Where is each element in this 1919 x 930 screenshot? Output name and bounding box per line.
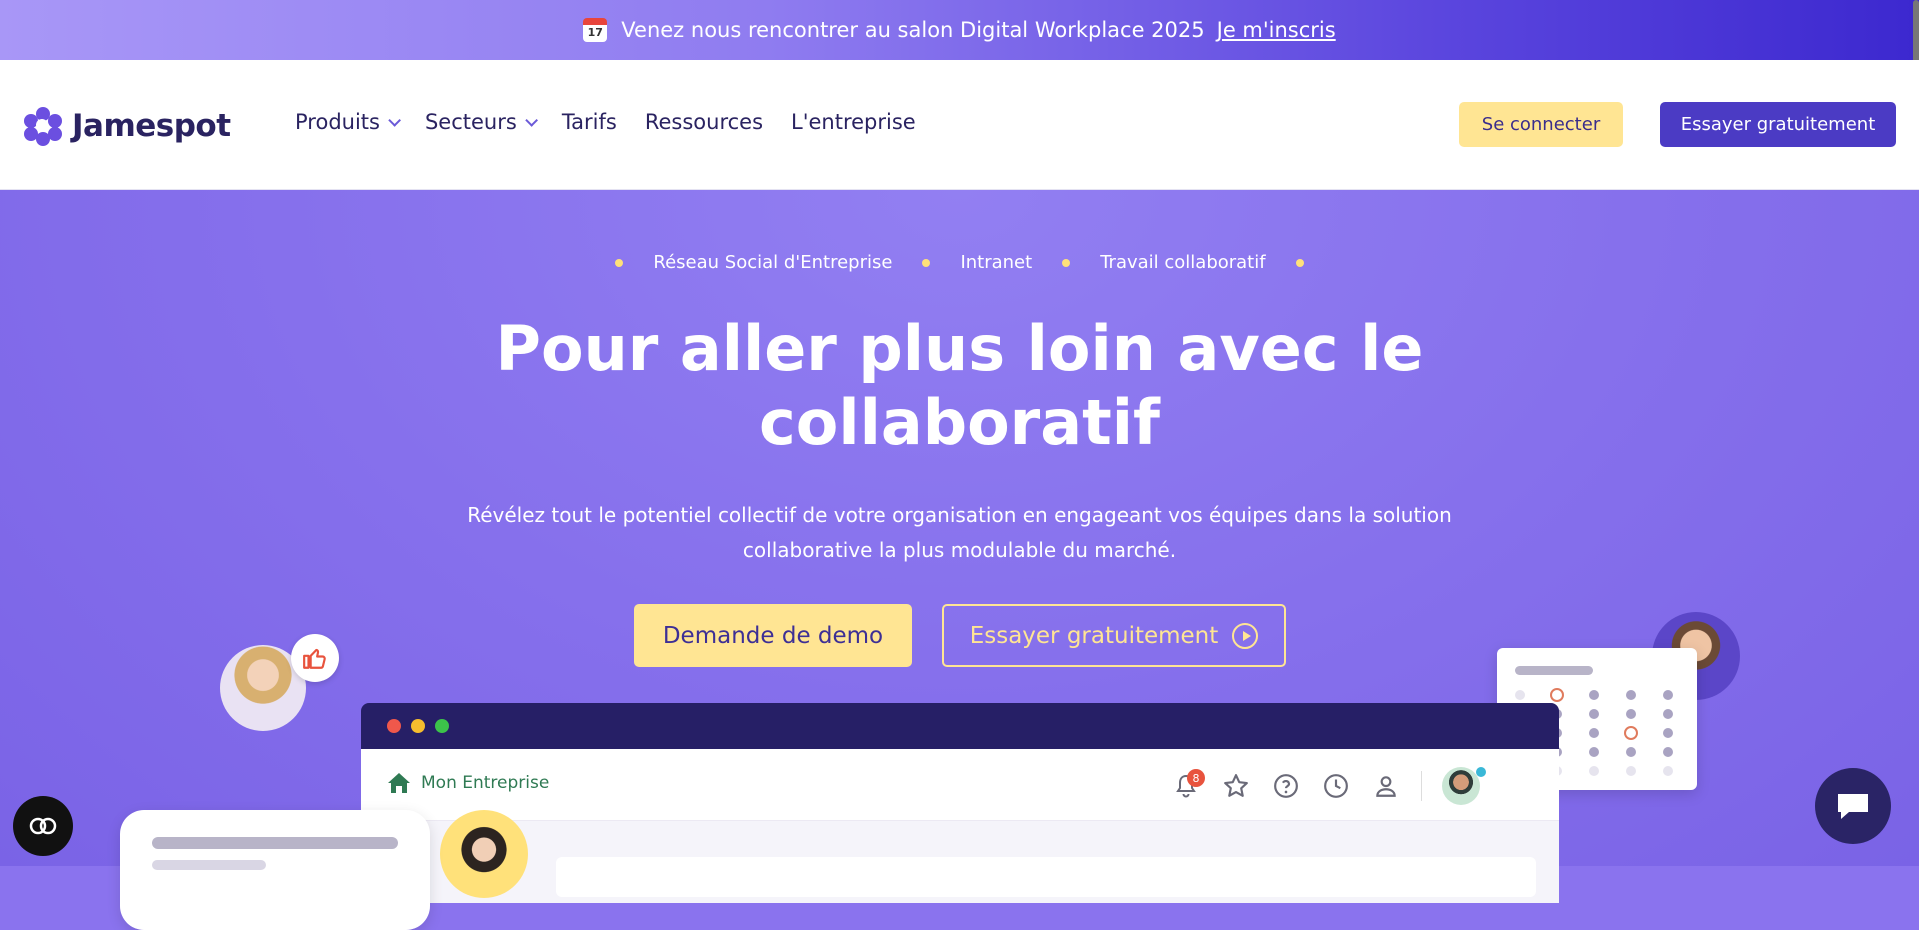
announcement-register-link[interactable]: Je m'inscris <box>1217 18 1336 42</box>
hero-tags: Réseau Social d'Entreprise Intranet Trav… <box>0 252 1919 273</box>
calendar-dot <box>1626 690 1636 700</box>
app-window-titlebar <box>361 703 1559 749</box>
calendar-dot <box>1515 690 1525 700</box>
calendar-dot <box>1663 728 1673 738</box>
avatar <box>440 810 528 898</box>
calendar-dot <box>1589 690 1599 700</box>
placeholder-bar <box>152 860 266 870</box>
nav-item-produits[interactable]: Produits <box>295 110 401 134</box>
app-content <box>361 821 1559 903</box>
toolbar-divider <box>1421 771 1422 801</box>
calendar-dot <box>1663 709 1673 719</box>
hero-tag: Réseau Social d'Entreprise <box>653 252 893 273</box>
hero-title: Pour aller plus loin avec le collaborati… <box>495 312 1424 459</box>
floating-card <box>120 810 430 930</box>
home-icon <box>388 773 410 793</box>
calendar-dot <box>1589 728 1599 738</box>
nav-item-tarifs[interactable]: Tarifs <box>562 110 617 134</box>
calendar-dot <box>1589 747 1599 757</box>
site-header: Jamespot Produits Secteurs Tarifs Ressou… <box>0 60 1919 190</box>
logo-text: Jamespot <box>72 108 231 144</box>
announcement-text: Venez nous rencontrer au salon Digital W… <box>621 18 1205 42</box>
calendar-dot <box>1663 690 1673 700</box>
chevron-down-icon <box>525 113 538 127</box>
nav-item-secteurs[interactable]: Secteurs <box>424 110 538 134</box>
user-icon[interactable] <box>1371 771 1401 801</box>
hero-subtitle: Révélez tout le potentiel collectif de v… <box>467 503 1452 562</box>
try-free-hero-button[interactable]: Essayer gratuitement <box>942 604 1286 667</box>
avatar[interactable] <box>1442 767 1486 805</box>
calendar-dot <box>1626 747 1636 757</box>
bullet-dot <box>922 258 931 267</box>
cookie-settings-icon[interactable] <box>13 796 73 856</box>
bullet-dot <box>1062 258 1071 267</box>
home-link[interactable]: Mon Entreprise <box>387 772 549 794</box>
window-maximize-dot <box>435 719 449 733</box>
calendar-dot <box>1589 766 1599 776</box>
calendar-card-title-bar <box>1515 666 1593 675</box>
window-close-dot <box>387 719 401 733</box>
login-button[interactable]: Se connecter <box>1459 102 1623 147</box>
nav-label: Ressources <box>644 110 764 134</box>
thumbs-up-icon <box>291 634 339 682</box>
bell-icon[interactable]: 8 <box>1171 769 1205 801</box>
post-composer[interactable] <box>556 857 1536 897</box>
nav-label: L'entreprise <box>791 110 916 134</box>
calendar-dot <box>1663 747 1673 757</box>
nav-label: Tarifs <box>561 110 617 134</box>
demo-request-button[interactable]: Demande de demo <box>634 604 912 667</box>
nav-label: Secteurs <box>424 110 517 134</box>
help-icon[interactable] <box>1271 771 1301 801</box>
announcement-bar: 17 Venez nous rencontrer au salon Digita… <box>0 0 1919 60</box>
chat-icon[interactable] <box>1815 768 1891 844</box>
calendar-icon: 17 <box>583 18 608 42</box>
app-topbar: Mon Entreprise 8 <box>361 749 1559 821</box>
nav-label: Produits <box>295 110 380 134</box>
logo-flower-icon <box>24 107 62 146</box>
app-body: Mon Entreprise 8 <box>361 749 1559 903</box>
notification-badge: 8 <box>1187 769 1205 787</box>
calendar-dot <box>1550 688 1564 702</box>
calendar-dot <box>1626 709 1636 719</box>
nav-item-ressources[interactable]: Ressources <box>645 110 763 134</box>
bullet-dot <box>1295 258 1304 267</box>
window-minimize-dot <box>411 719 425 733</box>
home-label: Mon Entreprise <box>421 773 550 793</box>
try-free-header-button[interactable]: Essayer gratuitement <box>1660 102 1896 147</box>
app-toolbar-icons: 8 <box>1171 767 1486 805</box>
calendar-dot <box>1589 709 1599 719</box>
calendar-dot <box>1663 766 1673 776</box>
hero-tag: Travail collaboratif <box>1100 252 1266 273</box>
logo[interactable]: Jamespot <box>24 107 231 146</box>
try-free-label: Essayer gratuitement <box>969 622 1219 649</box>
clock-icon[interactable] <box>1321 771 1351 801</box>
calendar-dot <box>1626 766 1636 776</box>
bullet-dot <box>615 258 624 267</box>
play-circle-icon <box>1232 622 1259 649</box>
main-nav: Produits Secteurs Tarifs Ressources L'en… <box>295 110 916 134</box>
nav-item-entreprise[interactable]: L'entreprise <box>791 110 916 134</box>
chevron-down-icon <box>388 113 401 127</box>
hero-tag: Intranet <box>960 252 1033 273</box>
app-mockup: Mon Entreprise 8 <box>361 703 1559 903</box>
placeholder-bar <box>152 837 398 849</box>
calendar-dot <box>1624 726 1638 740</box>
star-icon[interactable] <box>1221 771 1251 801</box>
